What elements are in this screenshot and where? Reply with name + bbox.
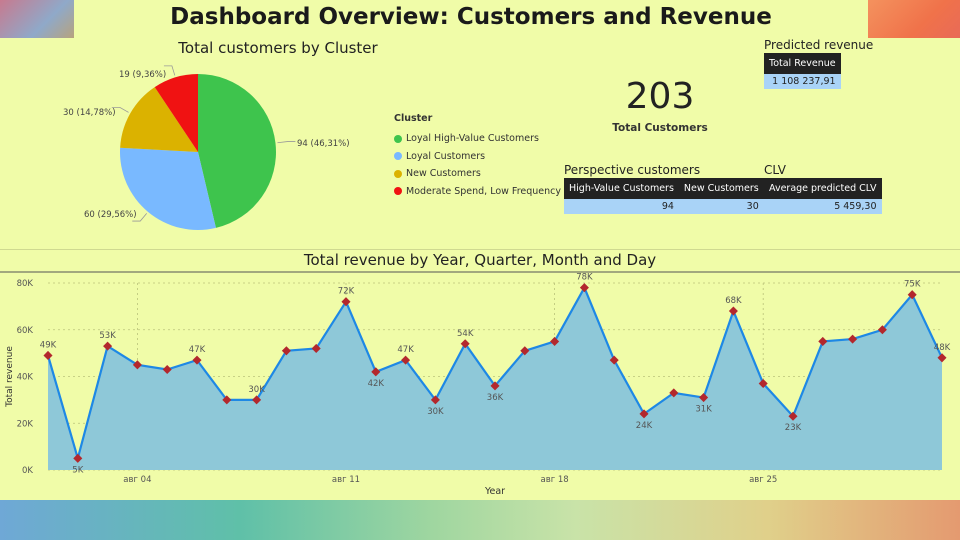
decor-bottom-strip <box>0 500 960 540</box>
perspective-customers-title: Perspective customers <box>564 163 701 177</box>
legend-dot-green <box>394 134 402 143</box>
perspective-value-new: 30 <box>678 199 764 214</box>
x-tick-label: авг 11 <box>332 475 360 485</box>
data-label: 72K <box>338 287 355 297</box>
section-divider <box>0 249 960 250</box>
pie-label-loyal-high-value: 94 (46,31%) <box>297 139 350 149</box>
x-tick-label: авг 18 <box>540 475 568 485</box>
data-label: 78K <box>576 273 593 283</box>
total-customers-label: Total Customers <box>612 122 708 134</box>
pie-leader-line <box>277 141 296 144</box>
perspective-header-new: New Customers <box>678 178 764 199</box>
pie-chart-title: Total customers by Cluster <box>178 39 378 57</box>
legend-item-loyal[interactable]: Loyal Customers <box>394 148 561 166</box>
y-tick-label: 40K <box>17 373 34 383</box>
perspective-value-high-value: 94 <box>564 199 679 214</box>
legend-title: Cluster <box>394 113 433 124</box>
pie-legend: Cluster Loyal High-Value Customers Loyal… <box>394 113 561 200</box>
legend-label: Loyal Customers <box>406 150 486 162</box>
legend-item-moderate[interactable]: Moderate Spend, Low Frequency <box>394 183 561 201</box>
pie-label-moderate: 19 (9,36%) <box>119 70 167 80</box>
clv-value: 5 459,30 <box>764 199 882 214</box>
decor-corner-left <box>0 0 74 40</box>
data-label: 75K <box>904 280 921 290</box>
data-label: 5K <box>72 465 83 475</box>
data-label: 49K <box>40 340 57 350</box>
x-axis-label: Year <box>484 486 505 497</box>
total-customers-value: 203 <box>625 76 695 117</box>
data-label: 47K <box>397 345 414 355</box>
legend-label: Moderate Spend, Low Frequency <box>406 185 562 197</box>
data-label: 23K <box>785 423 802 433</box>
revenue-chart-title: Total revenue by Year, Quarter, Month an… <box>303 251 657 269</box>
data-label: 68K <box>725 296 742 306</box>
clv-title: CLV <box>764 163 786 177</box>
data-label: 47K <box>189 345 206 355</box>
legend-item-loyal-high-value[interactable]: Loyal High-Value Customers <box>394 130 561 148</box>
predicted-revenue-title: Predicted revenue <box>764 38 874 52</box>
perspective-customers-table: High-Value Customers New Customers 94 30 <box>564 178 764 214</box>
data-label: 30K <box>427 407 444 417</box>
y-axis-label: Total revenue <box>5 346 15 408</box>
pie-label-loyal: 60 (29,56%) <box>84 210 137 220</box>
y-tick-label: 80K <box>17 279 34 289</box>
x-tick-label: авг 04 <box>123 475 151 485</box>
legend-label: New Customers <box>406 168 481 180</box>
legend-label: Loyal High-Value Customers <box>406 133 539 145</box>
legend-dot-blue <box>394 152 402 161</box>
data-point-marker[interactable] <box>728 306 738 316</box>
data-label: 42K <box>368 379 385 389</box>
data-label: 36K <box>487 393 504 403</box>
legend-dot-red <box>394 187 402 196</box>
page-title: Dashboard Overview: Customers and Revenu… <box>170 4 772 30</box>
data-point-marker[interactable] <box>579 283 589 293</box>
y-tick-label: 0K <box>22 466 33 476</box>
title-bar: Dashboard Overview: Customers and Revenu… <box>74 0 868 38</box>
predicted-revenue-table: Total Revenue 1 108 237,91 <box>764 53 841 89</box>
predicted-revenue-header: Total Revenue <box>764 53 841 74</box>
y-tick-label: 20K <box>17 419 34 429</box>
revenue-area-chart[interactable]: 0K 20K 40K 60K 80K авг 04 авг 11 авг 18 авг 25 49… <box>0 270 960 500</box>
pie-chart[interactable] <box>0 60 390 245</box>
legend-item-new[interactable]: New Customers <box>394 165 561 183</box>
data-label: 54K <box>457 329 474 339</box>
legend-dot-yellow <box>394 169 402 178</box>
data-label: 30K <box>248 385 265 395</box>
data-label: 31K <box>695 405 712 415</box>
data-point-marker[interactable] <box>43 350 53 360</box>
decor-corner-right <box>868 0 960 40</box>
data-label: 48K <box>934 343 951 353</box>
clv-header: Average predicted CLV <box>764 178 882 199</box>
predicted-revenue-value: 1 108 237,91 <box>764 74 841 89</box>
perspective-header-high-value: High-Value Customers <box>564 178 679 199</box>
data-label: 53K <box>99 331 116 341</box>
pie-label-new: 30 (14,78%) <box>63 108 116 118</box>
clv-table: Average predicted CLV 5 459,30 <box>764 178 882 214</box>
y-tick-label: 60K <box>17 326 34 336</box>
x-tick-label: авг 25 <box>749 475 777 485</box>
data-label: 24K <box>636 421 653 431</box>
